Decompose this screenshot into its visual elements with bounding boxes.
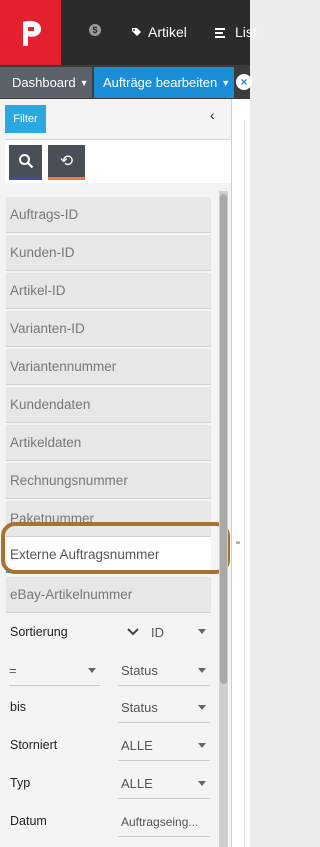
compare-operator-value: = (9, 663, 17, 678)
main-divider (244, 120, 245, 847)
reset-button[interactable]: ⟲ (48, 145, 85, 180)
coin-icon: $ (89, 24, 101, 36)
tab-active-label: Aufträge bearbeiten (103, 75, 218, 90)
menu-item-listen[interactable]: List (215, 24, 257, 40)
status-to-value: Status (121, 700, 158, 715)
reset-icon: ⟲ (59, 153, 74, 170)
tab-auftraege-bearbeiten[interactable]: Aufträge bearbeiten ▼ (94, 67, 234, 98)
tab-dashboard-label: Dashboard (12, 75, 76, 90)
caret-down-icon: ▼ (221, 77, 231, 88)
sortierung-label: Sortierung (10, 625, 68, 639)
filter-scrollbar[interactable] (219, 191, 228, 847)
caret-down-icon (88, 668, 96, 673)
kunden-id-field[interactable]: Kunden-ID (6, 235, 211, 271)
close-tab-icon[interactable]: × (236, 74, 252, 90)
datum-select[interactable]: Auftragseing... (118, 807, 210, 837)
caret-down-icon (198, 668, 206, 673)
status-from-select[interactable]: Status (118, 656, 210, 686)
typ-value: ALLE (121, 776, 153, 791)
caret-down-icon (198, 629, 206, 634)
storniert-value: ALLE (121, 738, 153, 753)
logo-icon (22, 20, 41, 46)
variantennummer-field[interactable]: Variantennummer (6, 349, 211, 385)
menu-item-artikel[interactable]: Artikel (131, 24, 187, 40)
caret-down-icon (198, 743, 206, 748)
filter-toolbar: ⟲ (5, 139, 231, 183)
typ-label: Typ (10, 776, 31, 790)
bis-label: bis (10, 700, 26, 714)
datum-value: Auftragseing... (121, 814, 199, 829)
externe-auftragsnummer-field[interactable]: Externe Auftragsnummer (6, 537, 211, 573)
datum-label: Datum (10, 814, 47, 828)
typ-select[interactable]: ALLE (118, 769, 210, 799)
sortierung-select[interactable]: ID (118, 617, 210, 647)
storniert-label: Storniert (10, 738, 58, 752)
search-button[interactable] (9, 145, 42, 180)
scrollbar-thumb[interactable] (220, 194, 227, 684)
tab-dashboard[interactable]: Dashboard ▼ (0, 67, 92, 98)
tag-icon (132, 27, 141, 36)
tab-bar: Dashboard ▼ Aufträge bearbeiten ▼ × (0, 65, 252, 99)
plentymarkets-logo[interactable] (0, 0, 61, 65)
ebay-artikelnummer-field[interactable]: eBay-Artikelnummer (6, 577, 211, 613)
sortierung-value: ID (151, 624, 164, 640)
main-content-area (232, 99, 250, 847)
caret-down-icon (198, 705, 206, 710)
rechnungsnummer-field[interactable]: Rechnungsnummer (6, 463, 211, 499)
kundendaten-field[interactable]: Kundendaten (6, 387, 211, 423)
chevron-down-icon (127, 628, 139, 636)
status-from-value: Status (121, 663, 158, 678)
top-navigation-bar: $ Artikel List (0, 0, 257, 65)
artikeldaten-field[interactable]: Artikeldaten (6, 425, 211, 461)
caret-down-icon (198, 781, 206, 786)
artikel-id-field[interactable]: Artikel-ID (6, 273, 211, 309)
menu-item-finanzen[interactable]: $ (89, 24, 101, 36)
status-to-select[interactable]: Status (118, 693, 210, 723)
filter-tab[interactable]: Filter (5, 105, 46, 133)
paketnummer-field[interactable]: Paketnummer (6, 501, 211, 537)
compare-operator-select[interactable]: = (9, 656, 100, 686)
list-icon (215, 27, 225, 38)
search-icon (18, 154, 33, 169)
varianten-id-field[interactable]: Varianten-ID (6, 311, 211, 347)
main-quote-mark: " (236, 540, 240, 552)
auftrags-id-field[interactable]: Auftrags-ID (6, 197, 211, 233)
menu-item-listen-label: List (235, 24, 257, 40)
storniert-select[interactable]: ALLE (118, 731, 210, 761)
caret-down-icon: ▼ (79, 77, 89, 88)
menu-item-artikel-label: Artikel (148, 24, 187, 40)
collapse-panel-icon[interactable]: ‹ (210, 107, 215, 123)
